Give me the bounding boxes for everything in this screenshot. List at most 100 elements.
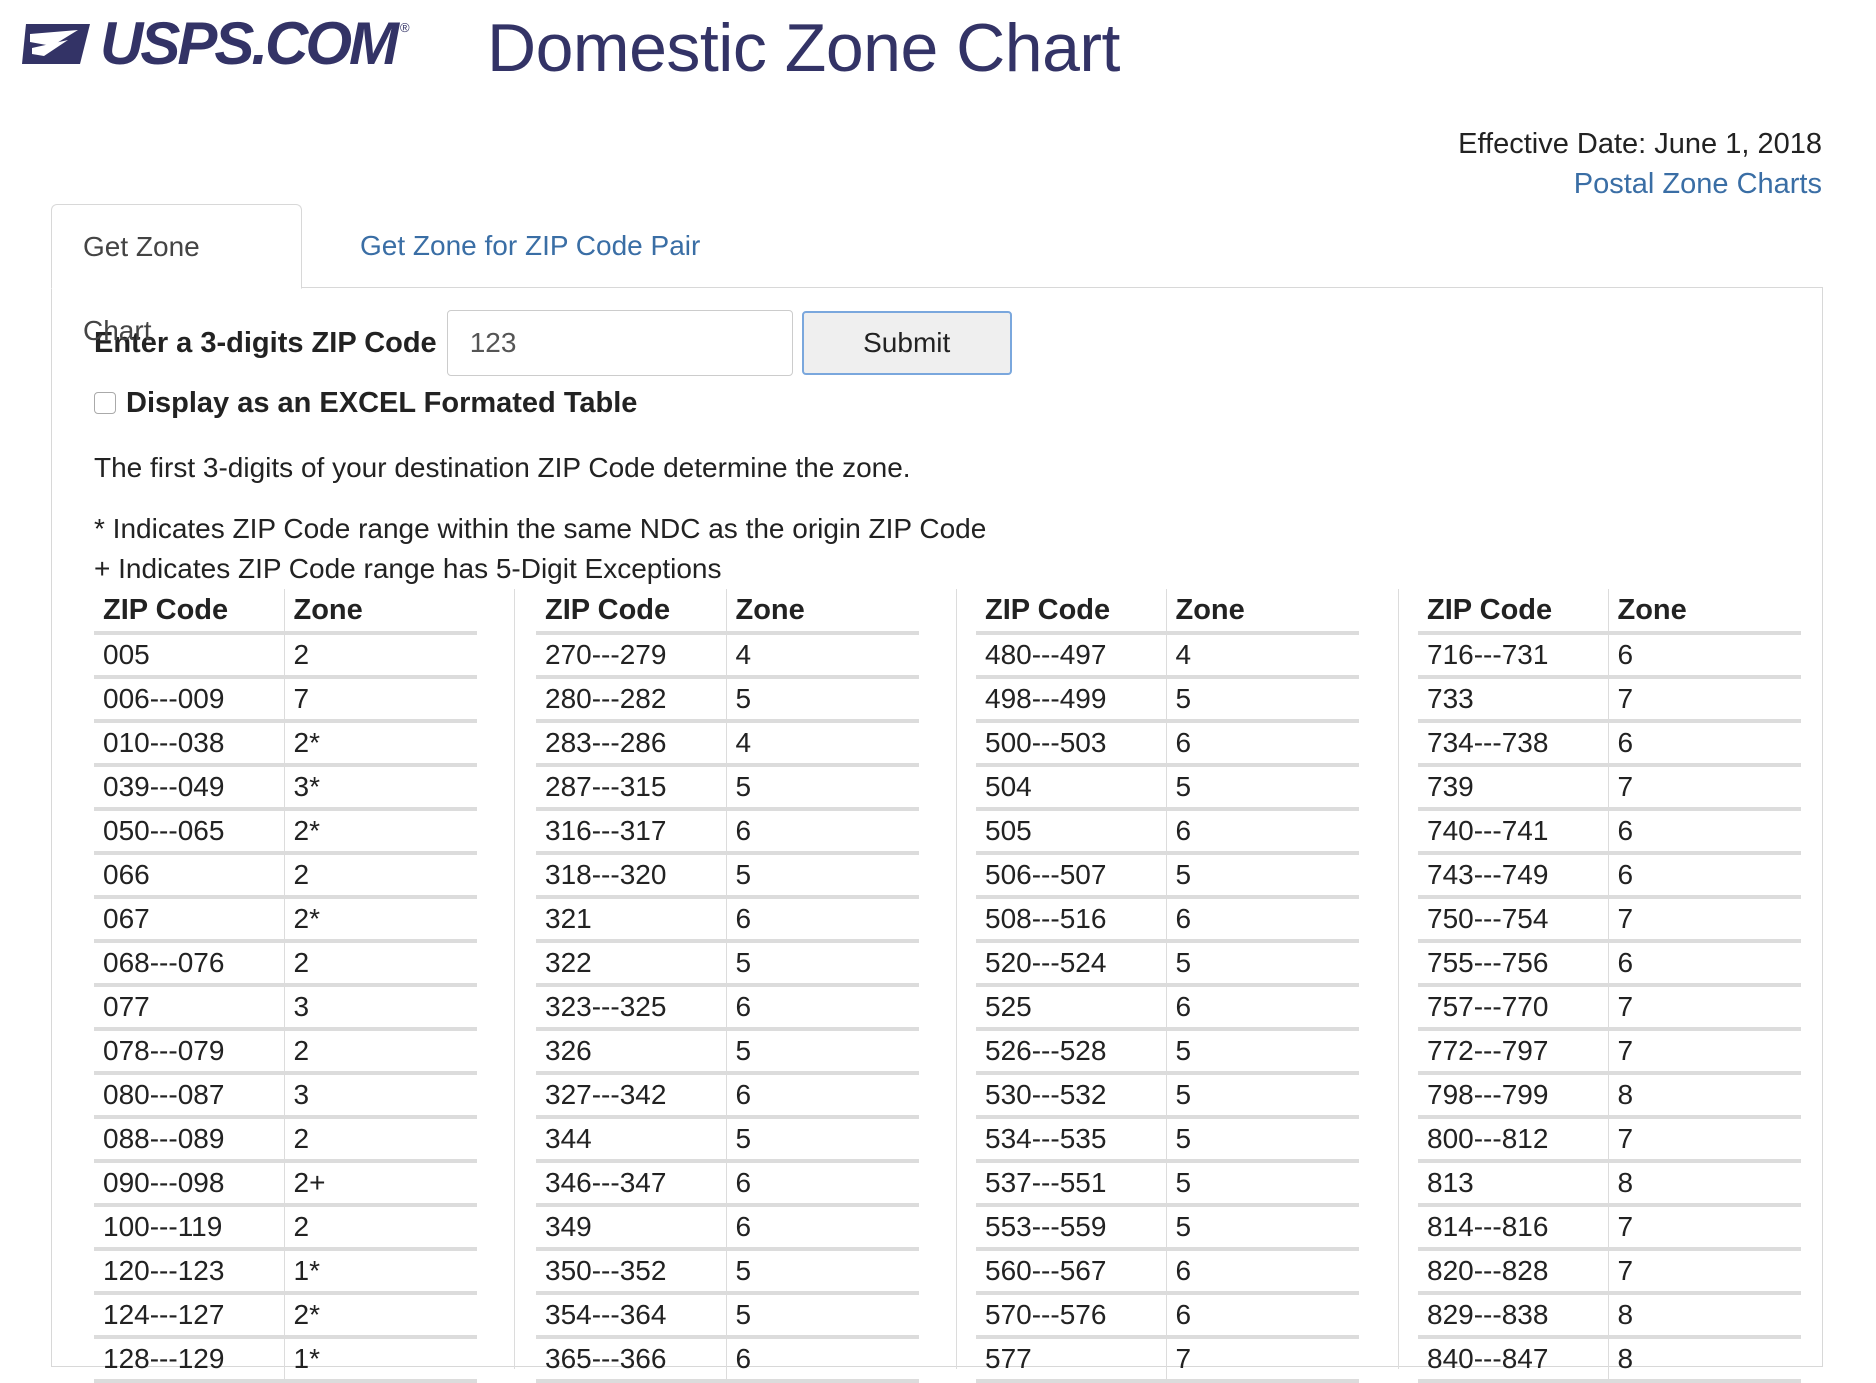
tab-get-zone-chart[interactable]: Get Zone Chart xyxy=(51,204,302,346)
registered-mark: ® xyxy=(400,20,410,35)
zip-range-cell: 813 xyxy=(1418,1161,1609,1207)
submit-button[interactable]: Submit xyxy=(801,311,1012,375)
zone-cell: 6 xyxy=(1166,1293,1359,1339)
zip-code-header: ZIP Code xyxy=(976,589,1167,635)
table-row: 520---524 5 xyxy=(976,941,1359,987)
zip-range-cell: 798---799 xyxy=(1418,1073,1609,1119)
zone-cell: 2* xyxy=(284,1293,477,1339)
zip-range-cell: 740---741 xyxy=(1418,809,1609,855)
table-row: 321 6 xyxy=(536,897,919,943)
zone-cell: 5 xyxy=(1166,941,1359,987)
zone-cell: 5 xyxy=(726,853,919,899)
zone-cell: 1* xyxy=(284,1337,477,1383)
zone-cell: 8 xyxy=(1608,1073,1801,1119)
zip-range-cell: 525 xyxy=(976,985,1167,1031)
zone-table: ZIP Code Zone 716---731 6 733 7 734---738 6 739 7… xyxy=(1418,589,1801,1383)
site-header: USPS.COM ® Domestic Zone Chart xyxy=(0,0,1876,110)
zip-range-cell: 066 xyxy=(94,853,285,899)
zone-cell: 6 xyxy=(1608,853,1801,899)
zone-chart-table: ZIP Code Zone 005 2 006---009 7 010---038 2* 039… xyxy=(94,589,1814,1383)
zone-cell: 2* xyxy=(284,809,477,855)
zip-range-cell: 039---049 xyxy=(94,765,285,811)
zone-cell: 6 xyxy=(1608,633,1801,679)
table-row: 100---119 2 xyxy=(94,1205,477,1251)
table-row: 283---286 4 xyxy=(536,721,919,767)
zone-cell: 5 xyxy=(1166,1029,1359,1075)
table-header-row: ZIP Code Zone xyxy=(94,589,477,635)
zone-cell: 2+ xyxy=(284,1161,477,1207)
postal-zone-charts-link[interactable]: Postal Zone Charts xyxy=(1458,164,1822,204)
zip-range-cell: 010---038 xyxy=(94,721,285,767)
zone-cell: 3 xyxy=(284,985,477,1031)
zip-range-cell: 005 xyxy=(94,633,285,679)
table-row: 498---499 5 xyxy=(976,677,1359,723)
zone-cell: 5 xyxy=(726,1029,919,1075)
zip-range-cell: 350---352 xyxy=(536,1249,727,1295)
zip-input[interactable] xyxy=(446,310,793,376)
zip-code-header: ZIP Code xyxy=(1418,589,1609,635)
excel-checkbox-label[interactable]: Display as an EXCEL Formated Table xyxy=(126,387,637,420)
table-row: 734---738 6 xyxy=(1418,721,1801,767)
zone-column-2: ZIP Code Zone 270---279 4 280---282 5 283---28… xyxy=(536,589,919,1383)
table-row: 077 3 xyxy=(94,985,477,1031)
excel-checkbox[interactable] xyxy=(94,392,116,414)
zip-range-cell: 757---770 xyxy=(1418,985,1609,1031)
table-row: 068---076 2 xyxy=(94,941,477,987)
page-title: Domestic Zone Chart xyxy=(487,10,1120,86)
table-row: 010---038 2* xyxy=(94,721,477,767)
zip-range-cell: 520---524 xyxy=(976,941,1167,987)
zip-range-cell: 840---847 xyxy=(1418,1337,1609,1383)
zone-cell: 7 xyxy=(1608,1029,1801,1075)
table-row: 287---315 5 xyxy=(536,765,919,811)
zone-cell: 6 xyxy=(1166,985,1359,1031)
table-row: 733 7 xyxy=(1418,677,1801,723)
table-row: 080---087 3 xyxy=(94,1073,477,1119)
zone-column-3: ZIP Code Zone 480---497 4 498---499 5 500---50… xyxy=(976,589,1359,1383)
usps-logo[interactable]: USPS.COM ® xyxy=(22,14,410,74)
zip-range-cell: 321 xyxy=(536,897,727,943)
zip-range-cell: 080---087 xyxy=(94,1073,285,1119)
table-row: 829---838 8 xyxy=(1418,1293,1801,1339)
table-row: 270---279 4 xyxy=(536,633,919,679)
zip-range-cell: 124---127 xyxy=(94,1293,285,1339)
table-row: 090---098 2+ xyxy=(94,1161,477,1207)
zone-cell: 2 xyxy=(284,941,477,987)
zip-range-cell: 800---812 xyxy=(1418,1117,1609,1163)
zip-range-cell: 327---342 xyxy=(536,1073,727,1119)
table-row: 798---799 8 xyxy=(1418,1073,1801,1119)
zip-range-cell: 570---576 xyxy=(976,1293,1167,1339)
tab-get-zone-for-zip-pair[interactable]: Get Zone for ZIP Code Pair xyxy=(332,204,728,288)
zip-range-cell: 322 xyxy=(536,941,727,987)
zip-range-cell: 280---282 xyxy=(536,677,727,723)
zip-range-cell: 088---089 xyxy=(94,1117,285,1163)
zip-range-cell: 344 xyxy=(536,1117,727,1163)
zip-range-cell: 498---499 xyxy=(976,677,1167,723)
table-row: 560---567 6 xyxy=(976,1249,1359,1295)
zip-range-cell: 346---347 xyxy=(536,1161,727,1207)
zip-range-cell: 287---315 xyxy=(536,765,727,811)
table-row: 346---347 6 xyxy=(536,1161,919,1207)
effective-date-block: Effective Date: June 1, 2018 Postal Zone… xyxy=(1458,124,1822,204)
table-row: 570---576 6 xyxy=(976,1293,1359,1339)
zone-cell: 6 xyxy=(726,809,919,855)
zip-range-cell: 354---364 xyxy=(536,1293,727,1339)
zone-cell: 5 xyxy=(726,941,919,987)
zone-column-4: ZIP Code Zone 716---731 6 733 7 734---738 6 739 7… xyxy=(1418,589,1801,1383)
zip-range-cell: 560---567 xyxy=(976,1249,1167,1295)
zip-code-header: ZIP Code xyxy=(536,589,727,635)
zip-range-cell: 349 xyxy=(536,1205,727,1251)
table-row: 316---317 6 xyxy=(536,809,919,855)
zip-range-cell: 326 xyxy=(536,1029,727,1075)
table-row: 716---731 6 xyxy=(1418,633,1801,679)
logo-text: USPS.COM xyxy=(100,10,399,77)
table-row: 800---812 7 xyxy=(1418,1117,1801,1163)
table-row: 813 8 xyxy=(1418,1161,1801,1207)
table-row: 505 6 xyxy=(976,809,1359,855)
zone-cell: 6 xyxy=(1166,1249,1359,1295)
table-row: 120---123 1* xyxy=(94,1249,477,1295)
zone-cell: 5 xyxy=(1166,677,1359,723)
zip-range-cell: 316---317 xyxy=(536,809,727,855)
table-row: 354---364 5 xyxy=(536,1293,919,1339)
zone-cell: 2 xyxy=(284,633,477,679)
zone-cell: 6 xyxy=(1608,721,1801,767)
